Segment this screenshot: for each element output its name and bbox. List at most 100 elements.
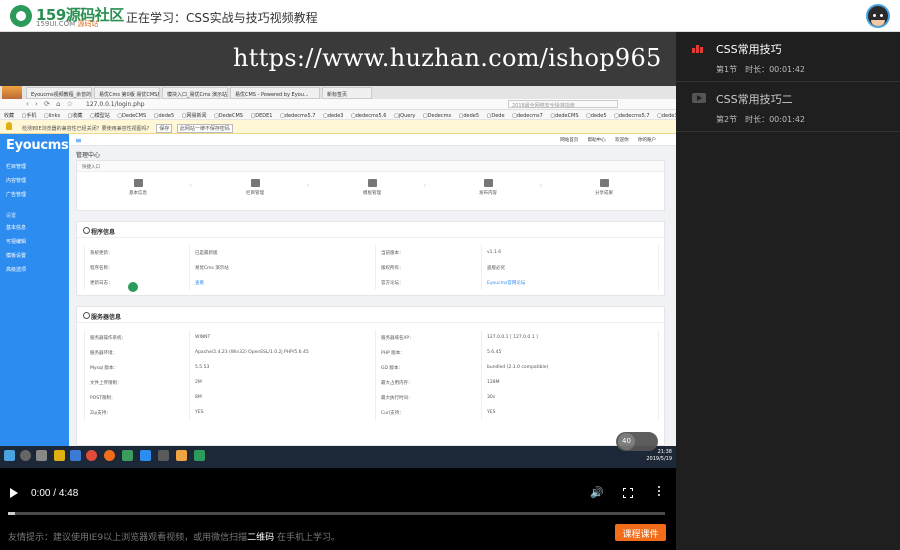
table-cell: 程序名称： <box>84 260 189 275</box>
server-info-panel: 服务器信息 服务器操作系统： WINNT 服务器域名/IP： 127.0.0.1… <box>76 306 665 446</box>
floating-widget-number: 40 <box>618 433 635 450</box>
table-cell: 服务器操作系统： <box>84 330 189 345</box>
table-cell: 8M <box>189 390 375 405</box>
chevron-right-icon: › <box>306 181 310 191</box>
user-avatar[interactable] <box>866 4 890 28</box>
browser-url: 127.0.0.1/login.php <box>86 101 145 108</box>
lesson-item-2[interactable]: CSS常用技巧二 第2节 时长：00:01:42 <box>676 82 900 132</box>
quick-entry-title: 快捷入口 <box>77 161 664 172</box>
table-cell: WINNT <box>189 330 375 345</box>
browser-notice-bar: 检测到IE浏览器的兼容性已经关闭？要使用兼容性视图吗？ 保存 此网站一律不保存密… <box>0 120 676 134</box>
keyboard-icon <box>133 179 143 187</box>
logo-mark-icon <box>10 5 32 27</box>
cursor-dot-icon <box>128 282 138 292</box>
cms-sidebar-item: 高级选项 <box>6 267 27 273</box>
cms-sidebar-item: 可视编辑 <box>6 239 27 245</box>
cms-sidebar-item: 广告管理 <box>6 192 27 198</box>
lesson-item-1[interactable]: CSS常用技巧 第1节 时长：00:01:42 <box>676 32 900 82</box>
plus-icon <box>483 179 493 187</box>
table-cell: Eyoucms官网论坛 <box>481 275 659 290</box>
menu-icon: ≡ <box>75 136 82 145</box>
lesson-title: CSS常用技巧 <box>716 43 782 56</box>
quick-item: 基本信息 <box>108 179 168 196</box>
app-icon <box>70 450 81 461</box>
browser-nav-icons: ‹ › ⟳ ⌂ ☆ <box>26 100 76 108</box>
video-watermark: https://www.huzhan.com/ishop965 <box>233 44 662 72</box>
cms-sidebar-item: 内容管理 <box>6 178 27 184</box>
browser-tab: 新标签页 <box>322 87 372 99</box>
browser-bookmarks-bar: 收藏 ▢手机 ▢links ▢收藏 ▢模型站 ▢DedeCMS ▢dede5 ▢… <box>0 110 676 120</box>
program-info-title: 程序信息 <box>77 222 664 238</box>
recorded-screen: Eyoucms视频教程_余曾的导出... 易优Cms 第0版 易优CMS后台 模… <box>0 86 676 468</box>
cms-top-links: 网站首页 帮助中心 欢迎你 你的账户 <box>560 138 656 143</box>
notice-never-button: 此网站一律不保存密码 <box>176 124 233 133</box>
time-display: 0:00 / 4:48 <box>31 488 79 499</box>
quick-entry-panel: 快捷入口 基本信息 › 栏目管理 › 模板管理 › 发布内容 › 分享成果 <box>76 160 665 211</box>
top-bar: 159源码社区 159UI.COM 源码站 正在学习：CSS实战与技巧视频教程 <box>0 0 900 32</box>
table-cell: 易优Cms 演示站 <box>189 260 375 275</box>
table-cell: 官方论坛： <box>375 275 481 290</box>
lesson-list: CSS常用技巧 第1节 时长：00:01:42 CSS常用技巧二 第2节 时长：00… <box>676 32 900 550</box>
more-options-icon[interactable] <box>657 486 661 500</box>
table-cell: bundled (2.1.0 compatible) <box>481 360 659 375</box>
table-cell: 服务器域名/IP： <box>375 330 481 345</box>
table-cell: 5.6.45 <box>481 345 659 360</box>
logo-subtitle: 159UI.COM 源码站 <box>36 20 99 28</box>
browser-tab: Eyoucms视频教程_余曾的导出... <box>26 87 92 99</box>
progress-bar[interactable] <box>8 512 665 515</box>
now-learning-title: 正在学习：CSS实战与技巧视频教程 <box>126 11 318 25</box>
browser-tab: 模块入口_易优Cms 演示站 <box>162 87 228 99</box>
floating-widget: 40 <box>616 432 658 451</box>
table-cell: Curl支持： <box>375 405 481 420</box>
video-icon <box>692 93 706 103</box>
browser-tab: 易优Cms 第0版 易优CMS后台 <box>94 87 160 99</box>
table-cell: 查看 <box>189 275 375 290</box>
table-cell: 版权所有： <box>375 260 481 275</box>
cms-topbar: ≡ 网站首页 帮助中心 欢迎你 你的账户 <box>69 134 676 146</box>
player-footer: 友情提示：建议使用IE9以上浏览器观看视频，或用微信扫描二维码 在手机上学习。 … <box>0 520 676 550</box>
table-cell: 文件上传限制： <box>84 375 189 390</box>
table-cell: 128M <box>481 375 659 390</box>
table-cell: 5.5.53 <box>189 360 375 375</box>
course-materials-button[interactable]: 课程课件 <box>615 524 666 541</box>
windows-start-icon <box>4 450 15 461</box>
table-cell: 2M <box>189 375 375 390</box>
browser-icon <box>86 450 97 461</box>
cms-sidebar: Eyoucms 栏目管理 内容管理 广告管理 设置 基本信息 可视编辑 模板设置… <box>0 134 69 446</box>
lightbulb-icon <box>6 122 12 130</box>
volume-icon[interactable]: 🔊 <box>590 487 604 499</box>
app-icon <box>194 450 205 461</box>
app-icon <box>140 450 151 461</box>
quick-item: 分享成果 <box>574 179 634 196</box>
table-cell: 最大占用内存： <box>375 375 481 390</box>
notice-save-button: 保存 <box>156 124 173 133</box>
browser-address-bar: ‹ › ⟳ ⌂ ☆ 127.0.0.1/login.php 2018最全网络安全… <box>0 99 676 110</box>
qr-code-link[interactable]: 二维码 <box>247 533 274 543</box>
lesson-meta: 第2节 时长：00:01:42 <box>716 115 806 124</box>
quick-item: 发布内容 <box>458 179 518 196</box>
table-cell: 已是最新版 <box>189 245 375 260</box>
table-cell: Mysql 版本： <box>84 360 189 375</box>
lesson-title: CSS常用技巧二 <box>716 93 793 106</box>
fullscreen-icon[interactable] <box>623 488 633 498</box>
video-player[interactable]: https://www.huzhan.com/ishop965 Eyoucms视… <box>0 32 676 550</box>
os-taskbar: 21:38 2019/5/19 <box>0 446 676 468</box>
table-cell: YES <box>481 405 659 420</box>
play-icon[interactable] <box>10 488 18 498</box>
os-clock: 21:38 2019/5/19 <box>646 449 672 462</box>
browser-tab: 易优CMS - Powered by Eyou... <box>230 87 320 99</box>
table-cell: v1.1.6 <box>481 245 659 260</box>
video-frame[interactable]: https://www.huzhan.com/ishop965 Eyoucms视… <box>0 32 676 468</box>
notice-text: 检测到IE浏览器的兼容性已经关闭？要使用兼容性视图吗？ <box>22 126 152 132</box>
cms-sidebar-group: 设置 <box>6 213 17 219</box>
table-cell: PHP 版本： <box>375 345 481 360</box>
chevron-right-icon: › <box>423 181 427 191</box>
player-controls: 0:00 / 4:48 🔊 <box>0 468 676 520</box>
table-cell: 盗版必究 <box>481 260 659 275</box>
cms-sidebar-item: 基本信息 <box>6 225 27 231</box>
folder-icon <box>54 450 65 461</box>
cms-sidebar-item: 栏目管理 <box>6 164 27 170</box>
quick-item: 栏目管理 <box>225 179 285 196</box>
browser-tab-strip: Eyoucms视频教程_余曾的导出... 易优Cms 第0版 易优CMS后台 模… <box>0 86 676 110</box>
site-logo[interactable]: 159源码社区 159UI.COM 源码站 <box>10 4 124 28</box>
